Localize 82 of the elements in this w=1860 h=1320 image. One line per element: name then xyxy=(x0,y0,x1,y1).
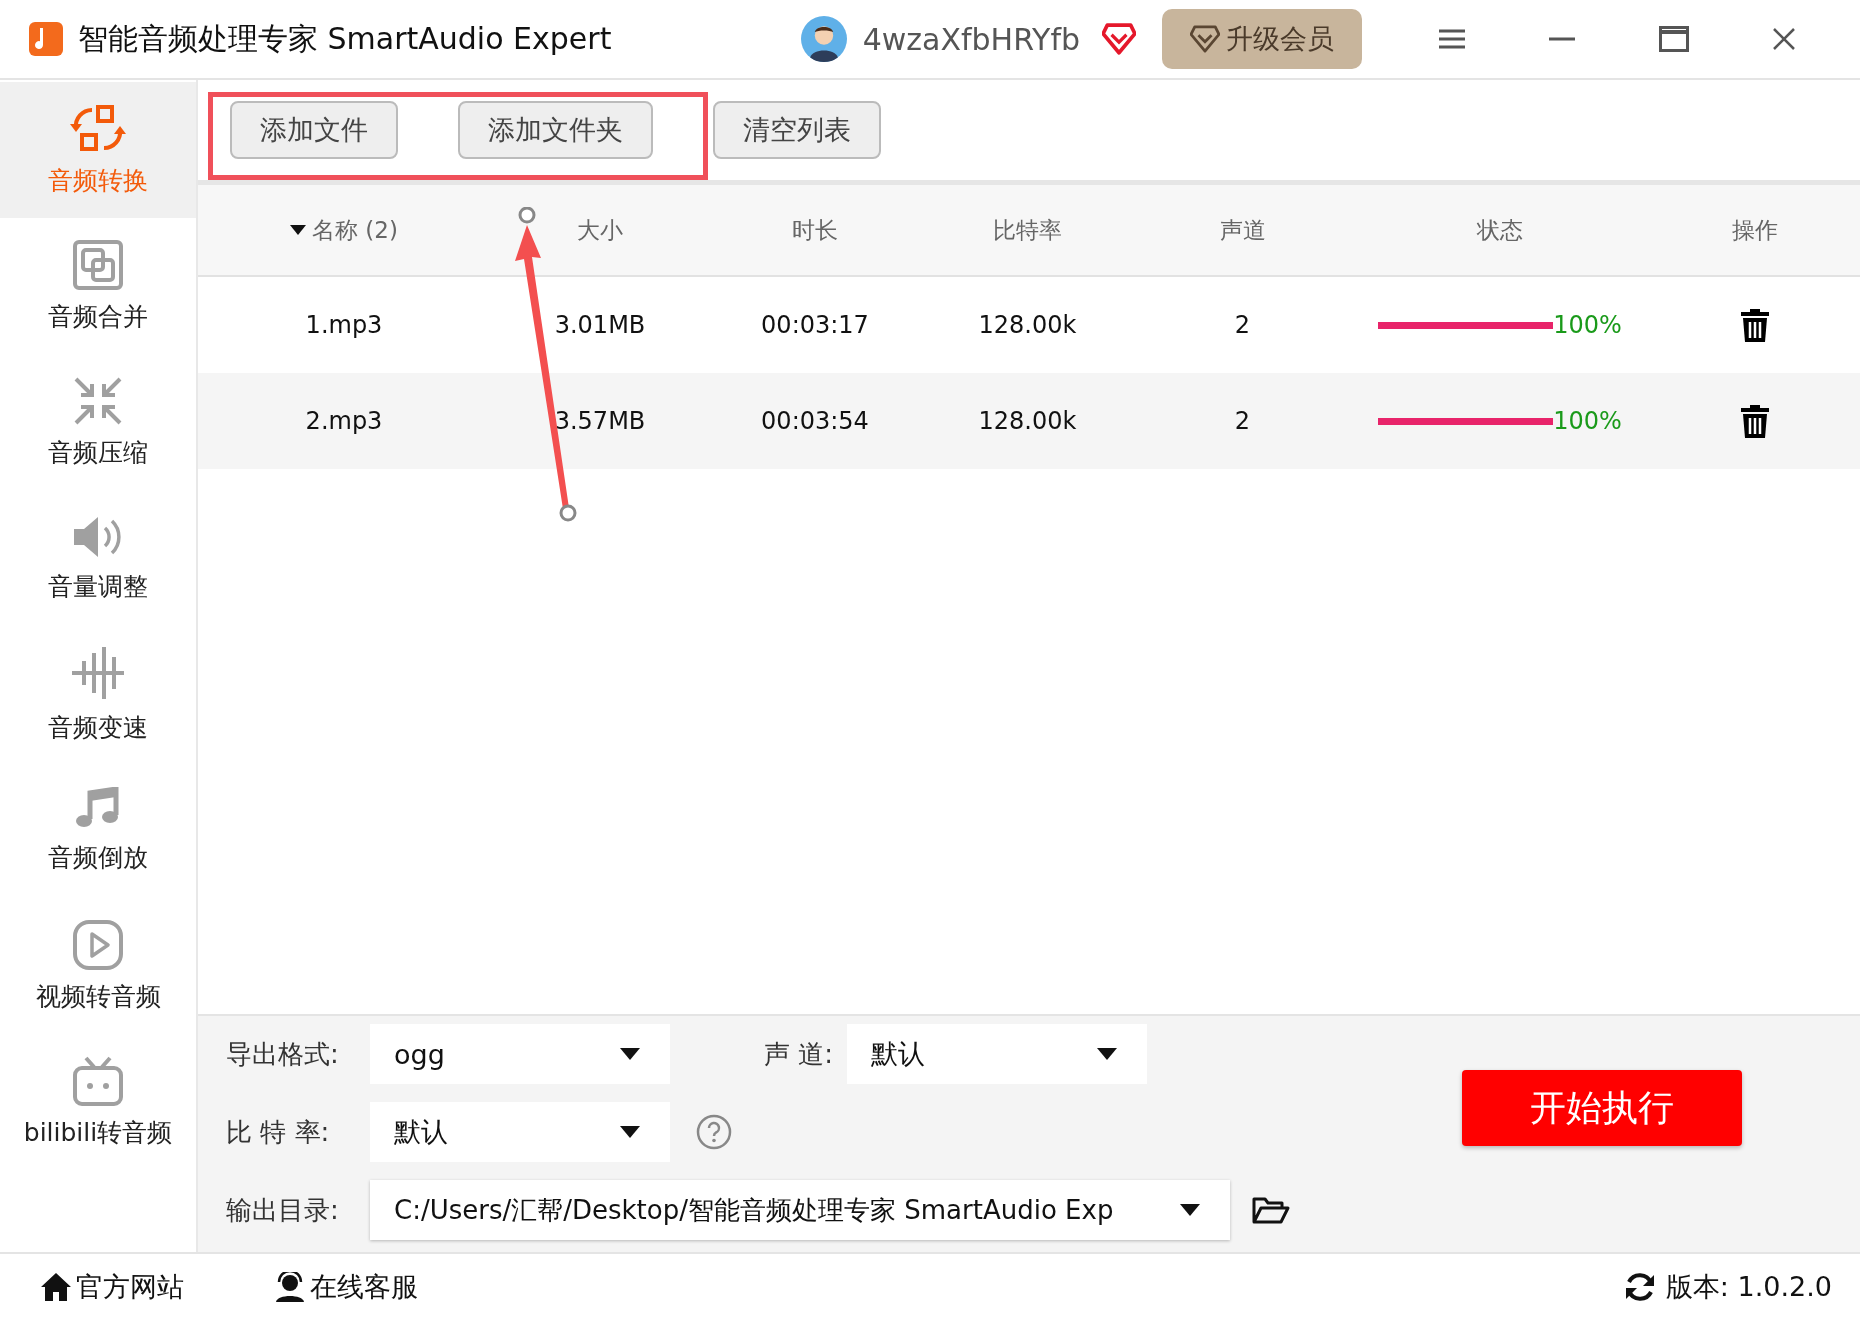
table-cell: 2 xyxy=(1234,407,1251,435)
toolbar-button[interactable]: 添加文件 xyxy=(230,101,398,159)
support-agent-icon xyxy=(274,1272,306,1302)
start-button[interactable]: 开始执行 xyxy=(1462,1070,1742,1146)
home-icon xyxy=(40,1272,72,1302)
trash-icon xyxy=(1740,308,1770,342)
footer-link[interactable]: 官方网站 xyxy=(40,1269,184,1305)
sidebar-item-label: 音频转换 xyxy=(48,164,148,197)
table-cell: 00:03:17 xyxy=(761,311,869,339)
table-cell: 2.mp3 xyxy=(305,407,383,435)
dropdown-caret-icon xyxy=(1180,1204,1200,1216)
dropdown[interactable]: ogg xyxy=(370,1024,670,1084)
convert-icon xyxy=(68,103,128,154)
format-label: 导出格式: xyxy=(226,1037,340,1071)
channel-label: 声 道: xyxy=(764,1037,834,1071)
toolbar-button[interactable]: 清空列表 xyxy=(713,101,881,159)
table-cell: 2 xyxy=(1234,311,1251,339)
sidebar-item-label: 音频变速 xyxy=(48,711,148,744)
folder-icon xyxy=(1252,1195,1290,1225)
dropdown[interactable]: 默认 xyxy=(370,1102,670,1162)
dropdown-caret-icon xyxy=(620,1126,640,1138)
column-header: 状态 xyxy=(1477,215,1523,245)
column-header: 声道 xyxy=(1219,215,1266,245)
column-header: 大小 xyxy=(577,215,623,245)
progress-percent: 100% xyxy=(1553,311,1622,339)
username: 4wzaXfbHRYfb xyxy=(862,21,1080,57)
sidebar-item[interactable]: 音频合并 xyxy=(0,218,196,354)
table-cell: 3.57MB xyxy=(554,407,646,435)
table-row[interactable]: 2.mp3 3.57MB 00:03:54 128.00k 2 100% xyxy=(198,373,1860,469)
sound-bars-icon xyxy=(70,644,126,701)
diamond-icon xyxy=(1190,25,1220,53)
sidebar-item[interactable]: 音量调整 xyxy=(0,490,196,626)
table-row[interactable]: 1.mp3 3.01MB 00:03:17 128.00k 2 100% xyxy=(198,277,1860,373)
output-dir-label: 输出目录: xyxy=(226,1193,340,1227)
play-icon xyxy=(73,919,123,970)
table-cell: 3.01MB xyxy=(554,311,646,339)
sidebar-item-label: 视频转音频 xyxy=(35,980,161,1013)
sidebar-item-label: 音频倒放 xyxy=(48,841,148,874)
dropdown-caret-icon xyxy=(620,1048,640,1060)
column-header: 操作 xyxy=(1732,215,1778,245)
sidebar-item[interactable]: 视频转音频 xyxy=(0,898,196,1034)
menu-icon xyxy=(1439,29,1465,49)
sidebar-item-label: 音频合并 xyxy=(48,300,148,333)
column-header: 比特率 xyxy=(993,215,1062,245)
delete-button[interactable] xyxy=(1740,308,1770,342)
sidebar-item-label: 音频压缩 xyxy=(48,436,148,469)
diamond-icon xyxy=(1102,23,1136,55)
table-cell: 128.00k xyxy=(978,311,1077,339)
dropdown[interactable]: C:/Users/汇帮/Desktop/智能音频处理专家 SmartAudio Exp xyxy=(370,1180,1230,1240)
column-header: 时长 xyxy=(792,215,838,245)
sidebar-item[interactable]: 音频变速 xyxy=(0,626,196,762)
table-cell: 128.00k xyxy=(978,407,1077,435)
bitrate-label: 比 特 率: xyxy=(226,1115,331,1149)
delete-button[interactable] xyxy=(1740,404,1770,438)
upgrade-button[interactable]: 升级会员 xyxy=(1162,9,1362,69)
progress-percent: 100% xyxy=(1553,407,1622,435)
sidebar-item-label: 音量调整 xyxy=(48,570,148,603)
trash-icon xyxy=(1740,404,1770,438)
sidebar-item[interactable]: 音频倒放 xyxy=(0,762,196,898)
table-cell: 1.mp3 xyxy=(305,311,383,339)
table-cell: 00:03:54 xyxy=(761,407,869,435)
minimize-icon xyxy=(1549,37,1575,41)
footer-link[interactable]: 在线客服 xyxy=(274,1269,418,1305)
help-icon xyxy=(696,1114,732,1150)
sidebar-item[interactable]: bilibili转音频 xyxy=(0,1034,196,1170)
refresh-icon xyxy=(1623,1271,1656,1303)
column-header[interactable]: 名称 (2) xyxy=(312,214,398,246)
sort-caret-icon xyxy=(290,225,307,235)
window-title: 智能音频处理专家 SmartAudio Expert xyxy=(78,19,612,58)
sidebar-item-label: bilibili转音频 xyxy=(23,1116,173,1149)
app-logo-icon xyxy=(28,21,64,57)
avatar-icon xyxy=(800,16,847,62)
close-icon xyxy=(1773,28,1795,50)
compress-icon xyxy=(73,375,123,426)
toolbar-button[interactable]: 添加文件夹 xyxy=(458,101,653,159)
version-text: 版本: 1.0.2.0 xyxy=(1665,1270,1832,1304)
dropdown[interactable]: 默认 xyxy=(847,1024,1148,1084)
dropdown-caret-icon xyxy=(1097,1048,1118,1060)
sidebar-item[interactable]: 音频压缩 xyxy=(0,354,196,490)
merge-icon xyxy=(73,239,123,290)
maximize-icon xyxy=(1659,26,1689,52)
tv-icon xyxy=(72,1055,124,1106)
